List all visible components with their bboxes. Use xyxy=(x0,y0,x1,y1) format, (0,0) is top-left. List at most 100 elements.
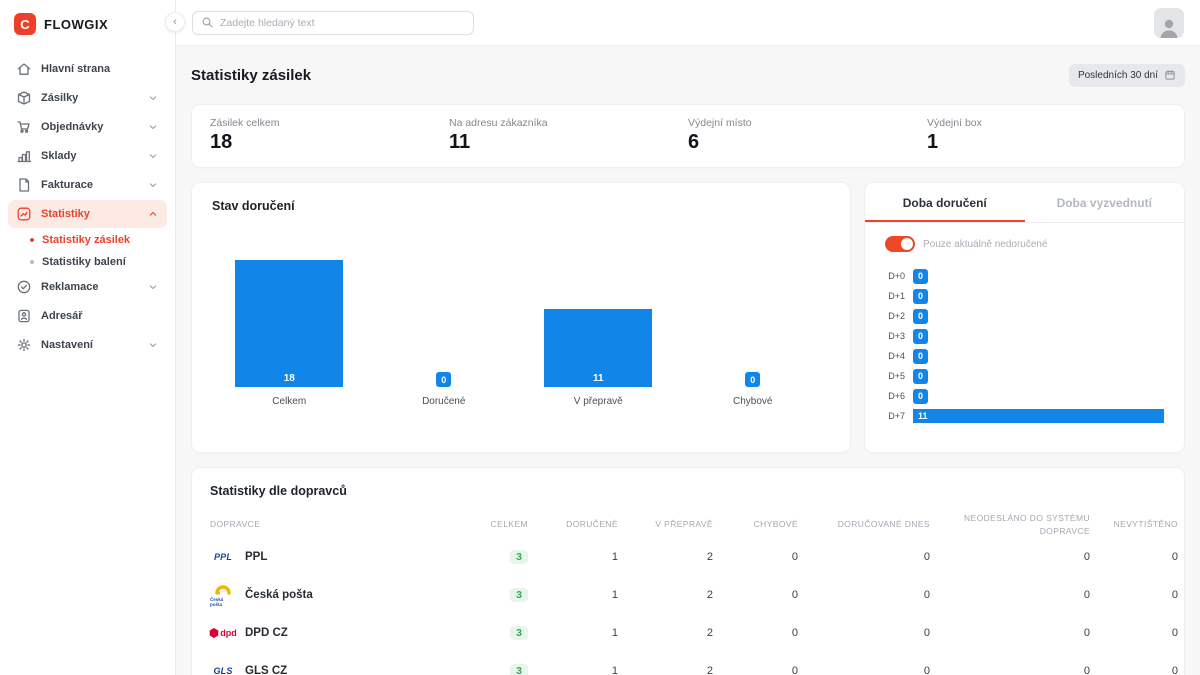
delivery-chart-title: Stav doručení xyxy=(212,199,830,213)
sidebar-subitem-statistiky-zasilek[interactable]: Statistiky zásilek xyxy=(8,229,167,251)
sidebar-item-label: Zásilky xyxy=(41,92,78,104)
ppl-logo: PPL xyxy=(210,552,236,562)
value-cell: 0 xyxy=(713,589,798,601)
sidebar-item-adresar[interactable]: Adresář xyxy=(8,302,167,330)
home-icon xyxy=(16,61,32,77)
undelivered-only-toggle[interactable] xyxy=(885,236,915,252)
value-cell: 0 xyxy=(798,589,930,601)
stats-icon xyxy=(16,206,32,222)
total-badge: 3 xyxy=(510,550,528,564)
duration-track: 11 xyxy=(913,409,1164,423)
zero-badge: 0 xyxy=(913,309,928,324)
duration-row: D+40 xyxy=(871,346,1164,366)
value-cell: 0 xyxy=(930,551,1090,563)
page-header: Statistiky zásilek Posledních 30 dní xyxy=(191,46,1185,104)
bullet-icon xyxy=(30,238,34,242)
carrier-cell: dpdDPD CZ xyxy=(210,627,458,639)
value-cell: 0 xyxy=(798,665,930,675)
stat-vydejni-misto: Výdejní místo 6 xyxy=(688,117,927,157)
sidebar-subitem-statistiky-baleni[interactable]: Statistiky balení xyxy=(8,251,167,273)
bar-plot: 0 xyxy=(676,257,831,387)
chevron-down-icon xyxy=(147,281,159,293)
search-icon xyxy=(201,16,214,29)
sidebar-item-fakturace[interactable]: Fakturace xyxy=(8,171,167,199)
sidebar-item-reklamace[interactable]: Reklamace xyxy=(8,273,167,301)
carrier-name: GLS CZ xyxy=(245,665,287,675)
sidebar-item-objednavky[interactable]: Objednávky xyxy=(8,113,167,141)
chevron-down-icon xyxy=(147,121,159,133)
sidebar-item-zasilky[interactable]: Zásilky xyxy=(8,84,167,112)
sidebar-item-sklady[interactable]: Sklady xyxy=(8,142,167,170)
stat-value: 11 xyxy=(449,131,688,154)
bar: 18 xyxy=(235,260,343,387)
tab-doba-doruceni[interactable]: Doba doručení xyxy=(865,183,1025,222)
duration-track: 0 xyxy=(913,329,1164,344)
carriers-card: Statistiky dle dopravců DOPRAVCECELKEMDO… xyxy=(191,467,1185,675)
carriers-table-body: PPLPPL3120000Česká poštaČeská pošta31200… xyxy=(210,538,1166,675)
bar-category-label: Doručené xyxy=(422,396,465,407)
value-cell: 2 xyxy=(618,627,713,639)
bar-value-label: 18 xyxy=(235,373,343,384)
stat-label: Na adresu zákazníka xyxy=(449,117,688,129)
package-icon xyxy=(16,90,32,106)
sidebar-nav: Hlavní strana Zásilky Objednávky xyxy=(0,51,175,364)
table-row: PPLPPL3120000 xyxy=(210,538,1166,576)
stat-label: Výdejní box xyxy=(927,117,1166,129)
address-book-icon xyxy=(16,308,32,324)
duration-track: 0 xyxy=(913,309,1164,324)
stat-label: Výdejní místo xyxy=(688,117,927,129)
bar: 11 xyxy=(544,309,652,387)
column-header: CHYBOVÉ xyxy=(713,518,798,531)
sidebar-item-label: Sklady xyxy=(41,150,76,162)
sidebar-collapse-button[interactable]: ‹ xyxy=(165,12,185,32)
duration-track: 0 xyxy=(913,349,1164,364)
bar-category-label: Chybové xyxy=(733,396,772,407)
value-cell: 0 xyxy=(713,551,798,563)
duration-panel-card: Doba doručení Doba vyzvednutí Pouze aktu… xyxy=(864,182,1185,453)
table-row: GLSGLS CZ3120000 xyxy=(210,652,1166,675)
tab-doba-vyzvednuti[interactable]: Doba vyzvednutí xyxy=(1025,183,1185,222)
cp-logo: Česká pošta xyxy=(210,583,236,607)
value-cell: 3 xyxy=(458,588,528,602)
date-range-button[interactable]: Posledních 30 dní xyxy=(1069,64,1185,87)
column-header: NEVYTIŠTĚNO xyxy=(1090,518,1178,531)
total-badge: 3 xyxy=(510,588,528,602)
app-window: C FLOWGIX ‹ Hlavní strana Zásilky Obj xyxy=(0,0,1200,675)
toggle-row: Pouze aktuálně nedoručené xyxy=(865,223,1184,256)
value-cell: 1 xyxy=(528,551,618,563)
carrier-name: PPL xyxy=(245,551,267,563)
value-cell: 2 xyxy=(618,665,713,675)
column-header: V PŘEPRAVĚ xyxy=(618,518,713,531)
value-cell: 0 xyxy=(1090,665,1178,675)
carrier-name: DPD CZ xyxy=(245,627,288,639)
chevron-down-icon xyxy=(147,339,159,351)
stat-zasilek-celkem: Zásilek celkem 18 xyxy=(210,117,449,157)
value-cell: 1 xyxy=(528,589,618,601)
value-cell: 0 xyxy=(930,589,1090,601)
column-header: CELKEM xyxy=(458,518,528,531)
bullet-icon xyxy=(30,260,34,264)
sidebar-item-hlavni-strana[interactable]: Hlavní strana xyxy=(8,55,167,83)
sidebar-item-statistiky[interactable]: Statistiky xyxy=(8,200,167,228)
table-row: dpdDPD CZ3120000 xyxy=(210,614,1166,652)
zero-badge: 0 xyxy=(913,269,928,284)
zero-badge: 0 xyxy=(913,329,928,344)
carrier-name: Česká pošta xyxy=(245,589,313,601)
value-cell: 0 xyxy=(713,627,798,639)
topbar xyxy=(176,0,1200,46)
chevron-down-icon xyxy=(147,92,159,104)
claims-icon xyxy=(16,279,32,295)
sidebar-item-label: Hlavní strana xyxy=(41,63,110,75)
avatar[interactable] xyxy=(1154,8,1184,38)
stat-value: 18 xyxy=(210,131,449,154)
duration-label: D+7 xyxy=(871,411,905,421)
search-box xyxy=(192,11,474,35)
sidebar-item-label: Reklamace xyxy=(41,281,99,293)
search-input[interactable] xyxy=(220,17,465,29)
sidebar-item-nastaveni[interactable]: Nastavení xyxy=(8,331,167,359)
column-header: DORUČOVANÉ DNES xyxy=(798,518,930,531)
duration-tabs: Doba doručení Doba vyzvednutí xyxy=(865,183,1184,223)
value-cell: 0 xyxy=(930,627,1090,639)
total-badge: 3 xyxy=(510,664,528,675)
delivery-chart: 18Celkem0Doručené11V přepravě0Chybové xyxy=(212,257,830,407)
